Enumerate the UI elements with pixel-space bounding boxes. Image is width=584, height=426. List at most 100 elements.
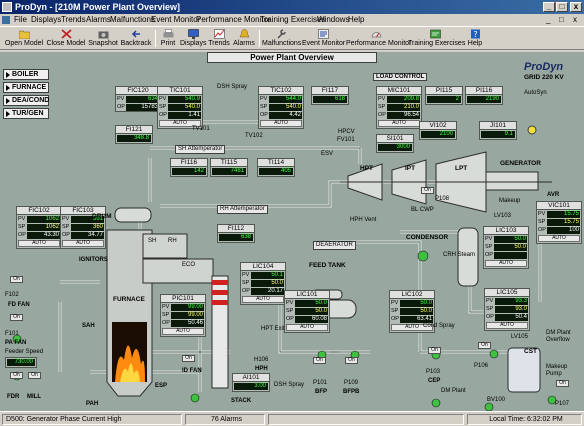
print-button[interactable]: Print xyxy=(158,28,178,49)
p101-label: P101 xyxy=(313,380,328,386)
faceplate-pic101[interactable]: PIC101 PV 99.00 SP 99.00 OP 50.46 AUTO xyxy=(160,294,206,337)
faceplate-tag: LIC104 xyxy=(241,263,285,271)
training-exercises-button[interactable]: Training Exercises xyxy=(408,28,465,49)
mode-button[interactable]: AUTO xyxy=(260,120,302,127)
faceplate-lic101[interactable]: LIC101 PV 50.0 SP 50.0 OP 60.08 AUTO xyxy=(284,290,330,333)
faceplate-lic104[interactable]: LIC104 PV 50.1 SP 50.0 OP 20.17 AUTO xyxy=(240,262,286,305)
indicator-ai101[interactable]: AI101 3.00 xyxy=(232,373,270,392)
tv101-label: TV101 xyxy=(192,126,210,132)
faceplate-lic103[interactable]: LIC103 PV 50.0 SP 50.0 OP AUTO xyxy=(483,226,529,269)
lv105-label: LV105 xyxy=(511,334,528,340)
indicator-vi102[interactable]: VI102 2100 xyxy=(419,121,457,140)
indicator-pi116[interactable]: PI116 2190 xyxy=(465,86,503,105)
menu-malfunctions[interactable]: Malfunctions xyxy=(110,15,155,24)
alarms-button[interactable]: Alarms xyxy=(232,28,256,49)
close-model-button[interactable]: Close Model xyxy=(46,28,86,49)
boiler-drum[interactable] xyxy=(114,207,152,223)
help-button[interactable]: ? Help xyxy=(466,28,484,49)
indicator-si101[interactable]: SI101 3000 xyxy=(376,134,414,153)
crh-steam-label: CRH Steam xyxy=(443,252,476,258)
menu-training-exercises[interactable]: Training Exercises xyxy=(260,15,326,24)
faceplate-fic120[interactable]: FIC120 PV 634 OP 15783 xyxy=(115,86,161,112)
indicator-value: 405 xyxy=(259,168,293,175)
bfp-on-button[interactable]: On xyxy=(313,357,326,364)
trends-button[interactable]: Trends xyxy=(208,28,230,49)
cep-on-button[interactable]: On xyxy=(428,347,441,354)
indicator-tag: FI121 xyxy=(116,126,152,134)
sp-value: 50.0 xyxy=(400,308,433,315)
child-minimize-button[interactable]: _ xyxy=(546,15,550,24)
feeder-speed-display[interactable]: 730.00 xyxy=(5,357,37,368)
bfpb-on-button[interactable]: On xyxy=(345,357,358,364)
mode-button[interactable]: AUTO xyxy=(162,328,204,335)
rh-attemperator-label: RH Attemperator xyxy=(217,205,268,214)
menu-windows[interactable]: Windows xyxy=(317,15,349,24)
indicator-fi121[interactable]: FI121 348.8 xyxy=(115,125,153,144)
mode-button[interactable]: AUTO xyxy=(486,322,528,329)
mode-button[interactable]: AUTO xyxy=(242,296,284,303)
pv-value: 50.0 xyxy=(295,300,328,307)
mode-button[interactable]: AUTO xyxy=(378,120,420,127)
cwp-on-button[interactable]: On xyxy=(421,187,434,194)
open-model-button[interactable]: Open Model xyxy=(4,28,44,49)
op-value: 63.41 xyxy=(400,316,433,323)
mode-button[interactable]: AUTO xyxy=(62,240,104,247)
dm-plant-overflow-label: DM Plant Overflow xyxy=(546,330,571,343)
pa-fan-on-button[interactable]: On xyxy=(10,276,23,283)
mode-button[interactable]: AUTO xyxy=(18,240,60,247)
feeder-speed-value: 730.00 xyxy=(7,359,35,366)
indicator-pi115[interactable]: PI115 2 xyxy=(425,86,463,105)
mode-button[interactable]: AUTO xyxy=(538,235,580,242)
grid-label: GRID 220 KV xyxy=(524,74,564,81)
malfunctions-button[interactable]: Malfunctions xyxy=(262,28,301,49)
menu-help[interactable]: Help xyxy=(348,15,364,24)
fdr-on-button[interactable]: On xyxy=(10,372,23,379)
child-close-button[interactable]: x xyxy=(573,15,577,24)
fd-fan-on-button[interactable]: On xyxy=(10,314,23,321)
indicator-fi112[interactable]: FI112 638 xyxy=(217,224,255,243)
nav-boiler-button[interactable]: BOILER xyxy=(3,69,49,80)
indicator-ti115[interactable]: TI115 7481 xyxy=(210,158,248,177)
nav-furnace-button[interactable]: FURNACE xyxy=(3,82,49,93)
indicator-fi116[interactable]: FI116 142 xyxy=(170,158,208,177)
snapshot-button[interactable]: Snapshot xyxy=(88,28,118,49)
pv-value: 99.00 xyxy=(171,304,204,311)
faceplate-mic101[interactable]: MIC101 PV 209.8 SP 210.0 OP 96.54 AUTO xyxy=(376,86,422,129)
nav-tur-gen-button[interactable]: TUR/GEN xyxy=(3,108,49,119)
faceplate-fic102[interactable]: FIC102 PV 1062 SP 1062 OP 43.30 AUTO xyxy=(16,206,62,249)
faceplate-tic101[interactable]: TIC101 PV 540.9 SP 540.0 OP 1.41 AUTO xyxy=(157,86,203,129)
indicator-ti114[interactable]: TI114 405 xyxy=(257,158,295,177)
bfp-label: BFP xyxy=(315,389,327,395)
faceplate-lic105[interactable]: LIC105 PV 93.3 SP 93.0 OP 50.4 AUTO xyxy=(484,288,530,331)
menu-event-monitor[interactable]: Event Monitor xyxy=(151,15,200,24)
faceplate-tic102[interactable]: TIC102 PV 544.0 SP 540.0 OP 4.42 AUTO xyxy=(258,86,304,129)
close-button[interactable]: x xyxy=(570,2,582,12)
window-title-bar[interactable]: ProDyn - [210M Power Plant Overview] _ □… xyxy=(0,0,584,14)
deaerator-label: DEAERATOR xyxy=(313,241,356,250)
maximize-button[interactable]: □ xyxy=(556,2,568,12)
alarm-count[interactable]: 76 Alarms xyxy=(185,414,265,425)
menu-file[interactable]: File xyxy=(14,15,27,24)
p106-on-button[interactable]: On xyxy=(478,342,491,349)
pv-value: 1062 xyxy=(27,216,60,223)
id-fan-on-button[interactable]: On xyxy=(182,355,195,362)
faceplate-vic101[interactable]: VIC101 PV 15.75 SP 15.75 OP 100 AUTO xyxy=(536,201,582,244)
mode-button[interactable]: AUTO xyxy=(485,260,527,267)
menu-trends[interactable]: Trends xyxy=(61,15,86,24)
displays-button[interactable]: Displays xyxy=(180,28,206,49)
menu-displays[interactable]: Displays xyxy=(31,15,61,24)
indicator-value: 3000 xyxy=(378,144,412,151)
indicator-ji101[interactable]: JI101 9.1 xyxy=(479,121,517,140)
mode-button[interactable]: AUTO xyxy=(286,324,328,331)
nav-dea-cond-button[interactable]: DEA/COND xyxy=(3,95,49,106)
furnace-label: FURNACE xyxy=(113,296,145,303)
event-monitor-button[interactable]: Event Monitor xyxy=(302,28,345,49)
indicator-fi117[interactable]: FI117 618 xyxy=(311,86,349,105)
menu-alarms[interactable]: Alarms xyxy=(86,15,111,24)
child-restore-button[interactable]: □ xyxy=(559,15,564,24)
performance-monitor-button[interactable]: Performance Monitor xyxy=(346,28,411,49)
backtrack-button[interactable]: Backtrack xyxy=(120,28,152,49)
minimize-button[interactable]: _ xyxy=(543,2,555,12)
mill-on-button[interactable]: On xyxy=(28,372,41,379)
p107-on-button[interactable]: On xyxy=(556,380,569,387)
